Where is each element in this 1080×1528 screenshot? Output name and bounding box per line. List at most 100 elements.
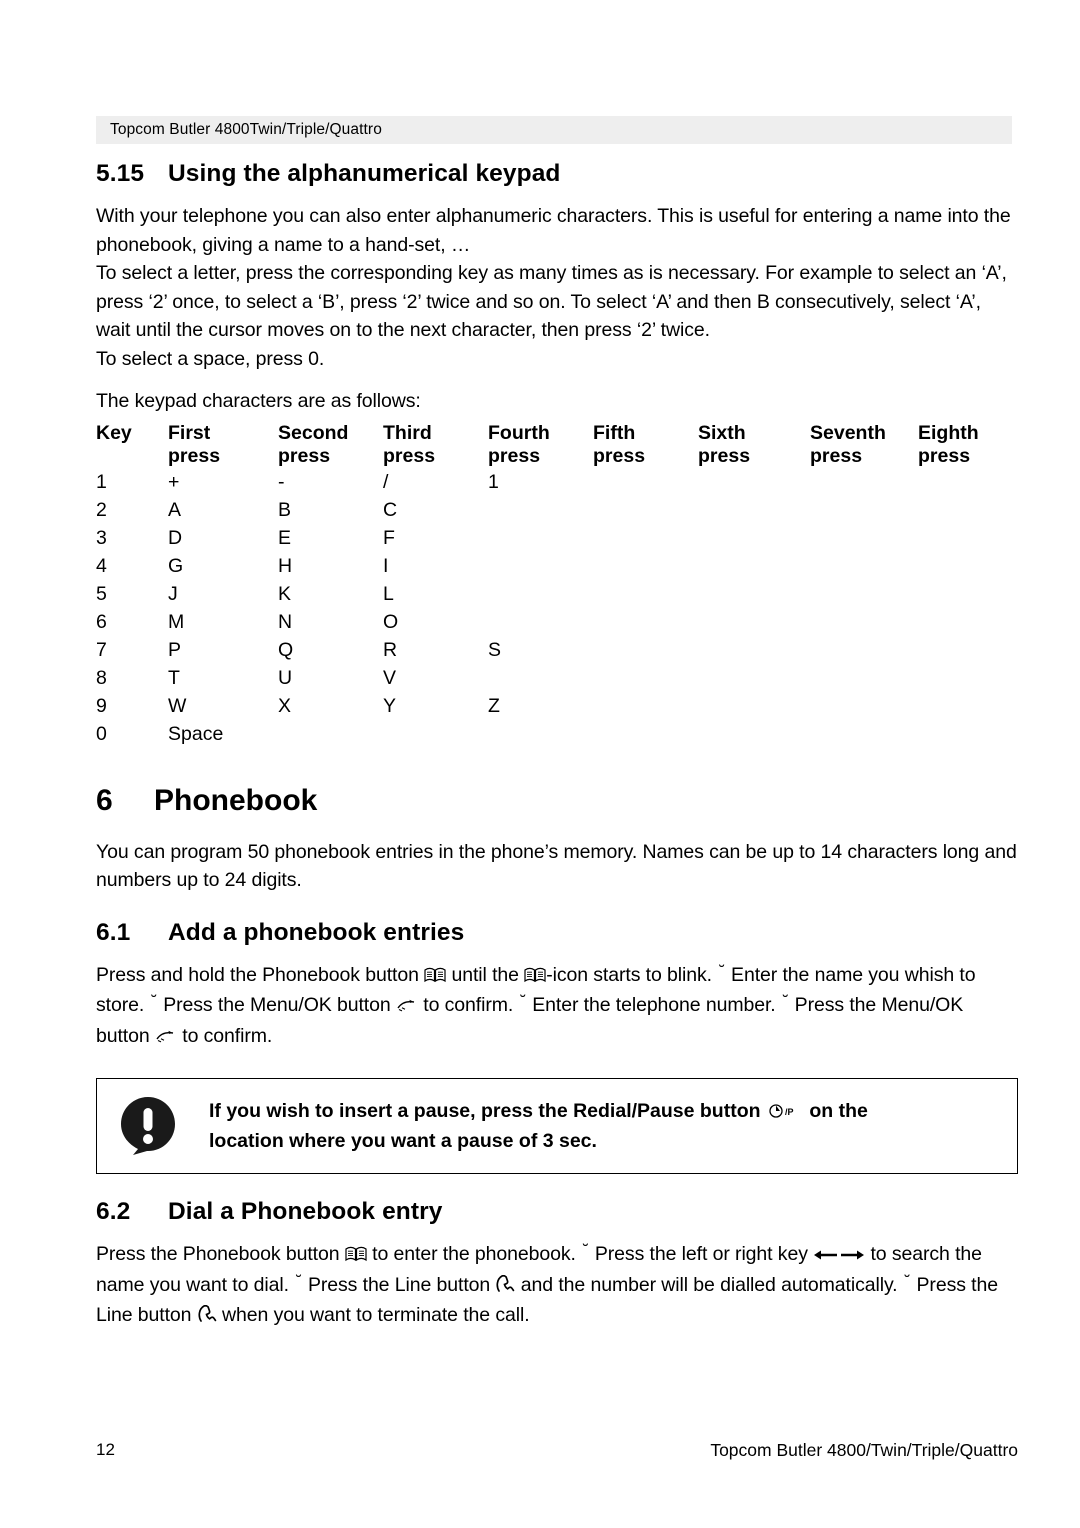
caret-icon: ˘ — [780, 993, 790, 1013]
text-fragment: Press the Phonebook button — [96, 1243, 345, 1265]
header-fifth: Fifth — [593, 421, 636, 444]
cell — [810, 720, 918, 748]
cell — [698, 692, 810, 720]
text-fragment: If you wish to insert a pause, press the… — [209, 1100, 766, 1122]
cell: X — [278, 694, 292, 717]
cell: 1 — [488, 470, 499, 493]
text-fragment: Press the Menu/OK button — [157, 994, 396, 1016]
header-third-press: press — [383, 444, 436, 467]
header-second: Second — [278, 421, 349, 444]
header-fourth-press: press — [488, 444, 541, 467]
cell: C — [383, 498, 398, 521]
cell — [488, 580, 593, 608]
book-icon — [345, 1242, 367, 1271]
section-number-6-1: 6.1 — [96, 918, 131, 946]
document-page: Topcom Butler 4800Twin/Triple/Quattro 5.… — [0, 0, 1080, 1528]
table-row: 3 D E F — [96, 524, 1008, 552]
cell: 2 — [96, 498, 107, 521]
header-eighth: Eighth — [918, 421, 979, 444]
text-fragment: when you want to terminate the call. — [216, 1304, 530, 1326]
table-row: 8 T U V — [96, 664, 1008, 692]
left-arrow-icon — [813, 1242, 839, 1271]
cell: Q — [278, 638, 294, 661]
chapter-heading-6: 6 Phonebook — [96, 784, 1018, 818]
cell: 7 — [96, 638, 107, 661]
cell: 4 — [96, 554, 107, 577]
cell: 6 — [96, 610, 107, 633]
cell: F — [383, 526, 395, 549]
cell: Y — [383, 694, 397, 717]
cell — [488, 552, 593, 580]
header-fourth: Fourth — [488, 421, 550, 444]
cell: A — [168, 498, 182, 521]
cell: + — [168, 470, 180, 493]
cell: 3 — [96, 526, 107, 549]
header-seventh-press: press — [810, 444, 863, 467]
cell: R — [383, 638, 398, 661]
cell: J — [168, 582, 178, 605]
cell — [918, 608, 1008, 636]
paragraph-5-15-4: The keypad characters are as follows: — [96, 390, 421, 412]
text-fragment: -icon starts to blink. — [546, 963, 718, 986]
header-key-press — [96, 445, 168, 468]
cell — [918, 552, 1008, 580]
book-icon — [424, 963, 446, 992]
cell — [918, 692, 1008, 720]
paragraph-5-15-1: With your telephone you can also enter a… — [96, 205, 1011, 256]
caret-icon: ˘ — [717, 962, 726, 983]
caret-icon: ˘ — [581, 1242, 590, 1262]
cell — [488, 524, 593, 552]
cell — [918, 664, 1008, 692]
cell: T — [168, 666, 180, 689]
cell: N — [278, 610, 293, 633]
cell: 5 — [96, 582, 107, 605]
running-header-band: Topcom Butler 4800Twin/Triple/Quattro — [96, 116, 1012, 144]
cell — [488, 608, 593, 636]
text-fragment: Press the left or right key — [589, 1243, 814, 1265]
cell — [698, 608, 810, 636]
cell — [383, 720, 488, 748]
cell — [698, 552, 810, 580]
cell: H — [278, 554, 293, 577]
caret-icon: ˘ — [149, 993, 159, 1013]
cell: 1 — [96, 470, 107, 493]
cell — [810, 664, 918, 692]
svg-text:/P: /P — [785, 1107, 794, 1117]
keypad-table-body: 1 + - / 1 2 A B C 3 D E F 4 G H I 5 J K … — [96, 468, 1008, 748]
cell — [593, 720, 698, 748]
header-third: Third — [383, 421, 432, 444]
cell — [810, 524, 918, 552]
cell — [488, 496, 593, 524]
cell — [918, 720, 1008, 748]
table-row: 9 W X Y Z — [96, 692, 1008, 720]
table-row: 4 G H I — [96, 552, 1008, 580]
section-title-6-1: Add a phonebook entries — [168, 918, 465, 946]
cell: K — [278, 582, 292, 605]
table-row: 5 J K L — [96, 580, 1008, 608]
text-fragment: until the — [446, 963, 525, 986]
header-eighth-press: press — [918, 444, 971, 467]
section-heading-5-15: 5.15 Using the alphanumerical keypad — [96, 160, 1018, 188]
caret-icon: ˘ — [902, 1272, 912, 1293]
section-heading-6-2: 6.2 Dial a Phonebook entry — [96, 1198, 1018, 1226]
cell: M — [168, 610, 185, 633]
cell — [918, 636, 1008, 664]
menu-ok-icon — [396, 993, 418, 1022]
paragraph-6-2: Press the Phonebook button to enter the … — [96, 1240, 1018, 1332]
cell — [593, 664, 698, 692]
text-fragment: on the — [803, 1100, 868, 1122]
cell: O — [383, 610, 399, 633]
text-fragment: location where you want a pause of 3 sec… — [209, 1130, 597, 1152]
table-row: 1 + - / 1 — [96, 468, 1008, 496]
redial-pause-icon: /P — [766, 1099, 804, 1127]
table-row: 0 Space — [96, 720, 1008, 748]
cell — [593, 524, 698, 552]
chapter-number-6: 6 — [96, 783, 113, 817]
header-fifth-press: press — [593, 444, 646, 467]
line-key-icon — [197, 1303, 217, 1332]
cell: B — [278, 498, 292, 521]
text-fragment: to enter the phonebook. — [366, 1243, 582, 1265]
cell: 0 — [96, 722, 107, 745]
cell — [593, 496, 698, 524]
paragraph-5-15-3: To select a space, press 0. — [96, 347, 325, 370]
